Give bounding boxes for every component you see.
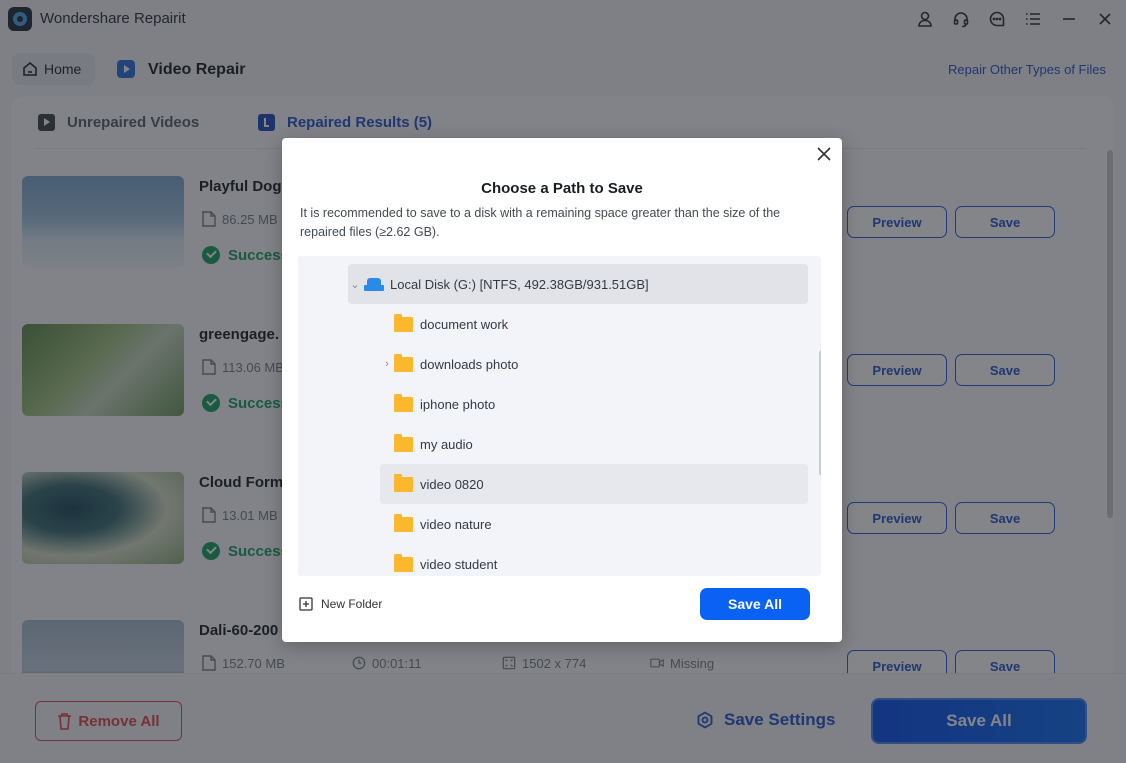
folder-icon	[394, 313, 413, 332]
new-folder-button[interactable]: New Folder	[299, 597, 382, 611]
folder-icon	[394, 513, 413, 532]
tree-folder-item[interactable]: video student	[380, 544, 808, 576]
folder-name: video 0820	[420, 476, 484, 492]
folder-name: downloads photo	[420, 356, 519, 372]
disk-label: Local Disk (G:) [NTFS, 492.38GB/931.51GB…	[390, 276, 649, 292]
folder-icon	[394, 553, 413, 572]
tree-scrollbar[interactable]	[819, 350, 821, 476]
tree-folder-item[interactable]: › downloads photo	[380, 344, 808, 384]
tree-folder-item[interactable]: my audio	[380, 424, 808, 464]
folder-name: iphone photo	[420, 396, 496, 412]
folder-icon	[394, 353, 413, 372]
tree-folder-item-selected[interactable]: video 0820	[380, 464, 808, 504]
folder-name: video student	[420, 556, 498, 572]
chevron-right-icon[interactable]: ›	[380, 358, 394, 370]
dialog-title: Choose a Path to Save	[481, 180, 643, 197]
dialog-close-button[interactable]	[816, 146, 834, 164]
dialog-description: It is recommended to save to a disk with…	[300, 206, 781, 239]
folder-icon	[394, 473, 413, 492]
tree-folder-item[interactable]: document work	[380, 304, 808, 344]
new-folder-label: New Folder	[321, 597, 383, 611]
tree-disk-item[interactable]: ⌄ Local Disk (G:) [NTFS, 492.38GB/931.51…	[348, 264, 808, 304]
new-folder-plus-icon	[299, 597, 313, 611]
dialog-save-all-button[interactable]: Save All	[700, 588, 810, 620]
folder-icon	[394, 433, 413, 452]
tree-folder-item[interactable]: video nature	[380, 504, 808, 544]
folder-tree: ⌄ Local Disk (G:) [NTFS, 492.38GB/931.51…	[298, 256, 821, 576]
folder-icon	[394, 393, 413, 412]
close-icon	[817, 147, 831, 161]
folder-name: document work	[420, 316, 509, 332]
folder-name: video nature	[420, 516, 492, 532]
tree-folder-item[interactable]: iphone photo	[380, 384, 808, 424]
choose-path-dialog: Choose a Path to Save It is recommended …	[282, 138, 842, 642]
folder-name: my audio	[420, 436, 473, 452]
drive-icon	[364, 277, 384, 291]
chevron-down-icon[interactable]: ⌄	[348, 278, 362, 291]
